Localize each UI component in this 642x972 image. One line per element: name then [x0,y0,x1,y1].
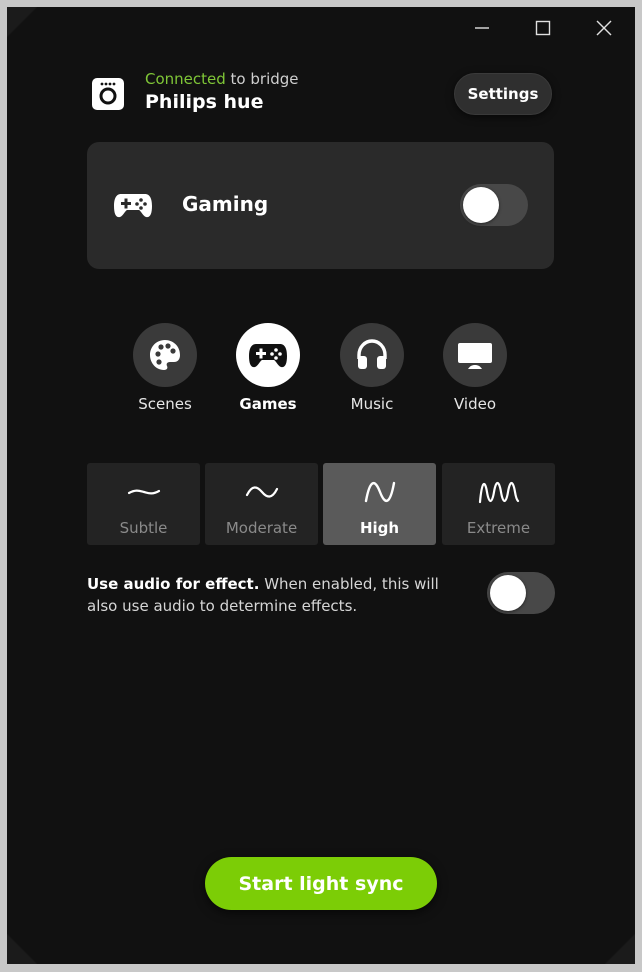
window-corner [7,7,37,37]
wave-subtle-icon [127,489,160,495]
toggle-knob [490,575,526,611]
wave-moderate-icon [245,486,278,498]
category-circle [443,323,507,387]
close-icon [596,20,612,36]
palette-icon [150,340,180,370]
category-label: Games [239,395,297,413]
category-music[interactable]: Music [332,323,412,413]
category-circle [133,323,197,387]
category-video[interactable]: Video [435,323,515,413]
connection-status: Connected to bridge [145,70,299,88]
mode-label: Gaming [182,192,269,216]
category-label: Video [453,395,497,413]
intensity-label: Extreme [466,519,531,537]
settings-button[interactable]: Settings [454,73,552,115]
maximize-icon [535,20,551,36]
gamepad-icon [114,194,152,218]
connected-label: Connected [145,70,226,88]
category-games[interactable]: Games [228,323,308,413]
audio-title: Use audio for effect. [87,575,260,593]
category-circle [236,323,300,387]
minimize-button[interactable] [465,15,499,41]
gamepad-icon [249,344,287,368]
intensity-label: Moderate [225,519,298,537]
gaming-toggle[interactable] [460,184,528,226]
bridge-icon [92,78,124,110]
close-button[interactable] [587,15,621,41]
headphones-icon [357,339,387,369]
toggle-knob [463,187,499,223]
audio-description: Use audio for effect. When enabled, this… [87,573,467,617]
bridge-name: Philips hue [145,91,264,113]
connection-detail: to bridge [225,70,299,88]
maximize-button[interactable] [526,15,560,41]
intensity-high[interactable]: High [323,463,436,545]
category-circle [340,323,404,387]
intensity-subtle[interactable]: Subtle [87,463,200,545]
audio-toggle[interactable] [487,572,555,614]
intensity-label: Subtle [119,519,168,537]
wave-high-icon [364,481,395,503]
wave-extreme-icon [478,481,519,504]
monitor-icon [458,343,492,369]
category-scenes[interactable]: Scenes [125,323,205,413]
category-label: Music [350,395,394,413]
window-corner [7,934,37,964]
app-window: Connected to bridge Philips hue Settings… [7,7,635,964]
mode-card: Gaming [87,142,554,269]
minimize-icon [475,27,489,29]
category-label: Scenes [138,395,192,413]
start-light-sync-button[interactable]: Start light sync [205,857,437,910]
intensity-moderate[interactable]: Moderate [205,463,318,545]
intensity-extreme[interactable]: Extreme [442,463,555,545]
window-corner [605,934,635,964]
intensity-label: High [359,519,400,537]
